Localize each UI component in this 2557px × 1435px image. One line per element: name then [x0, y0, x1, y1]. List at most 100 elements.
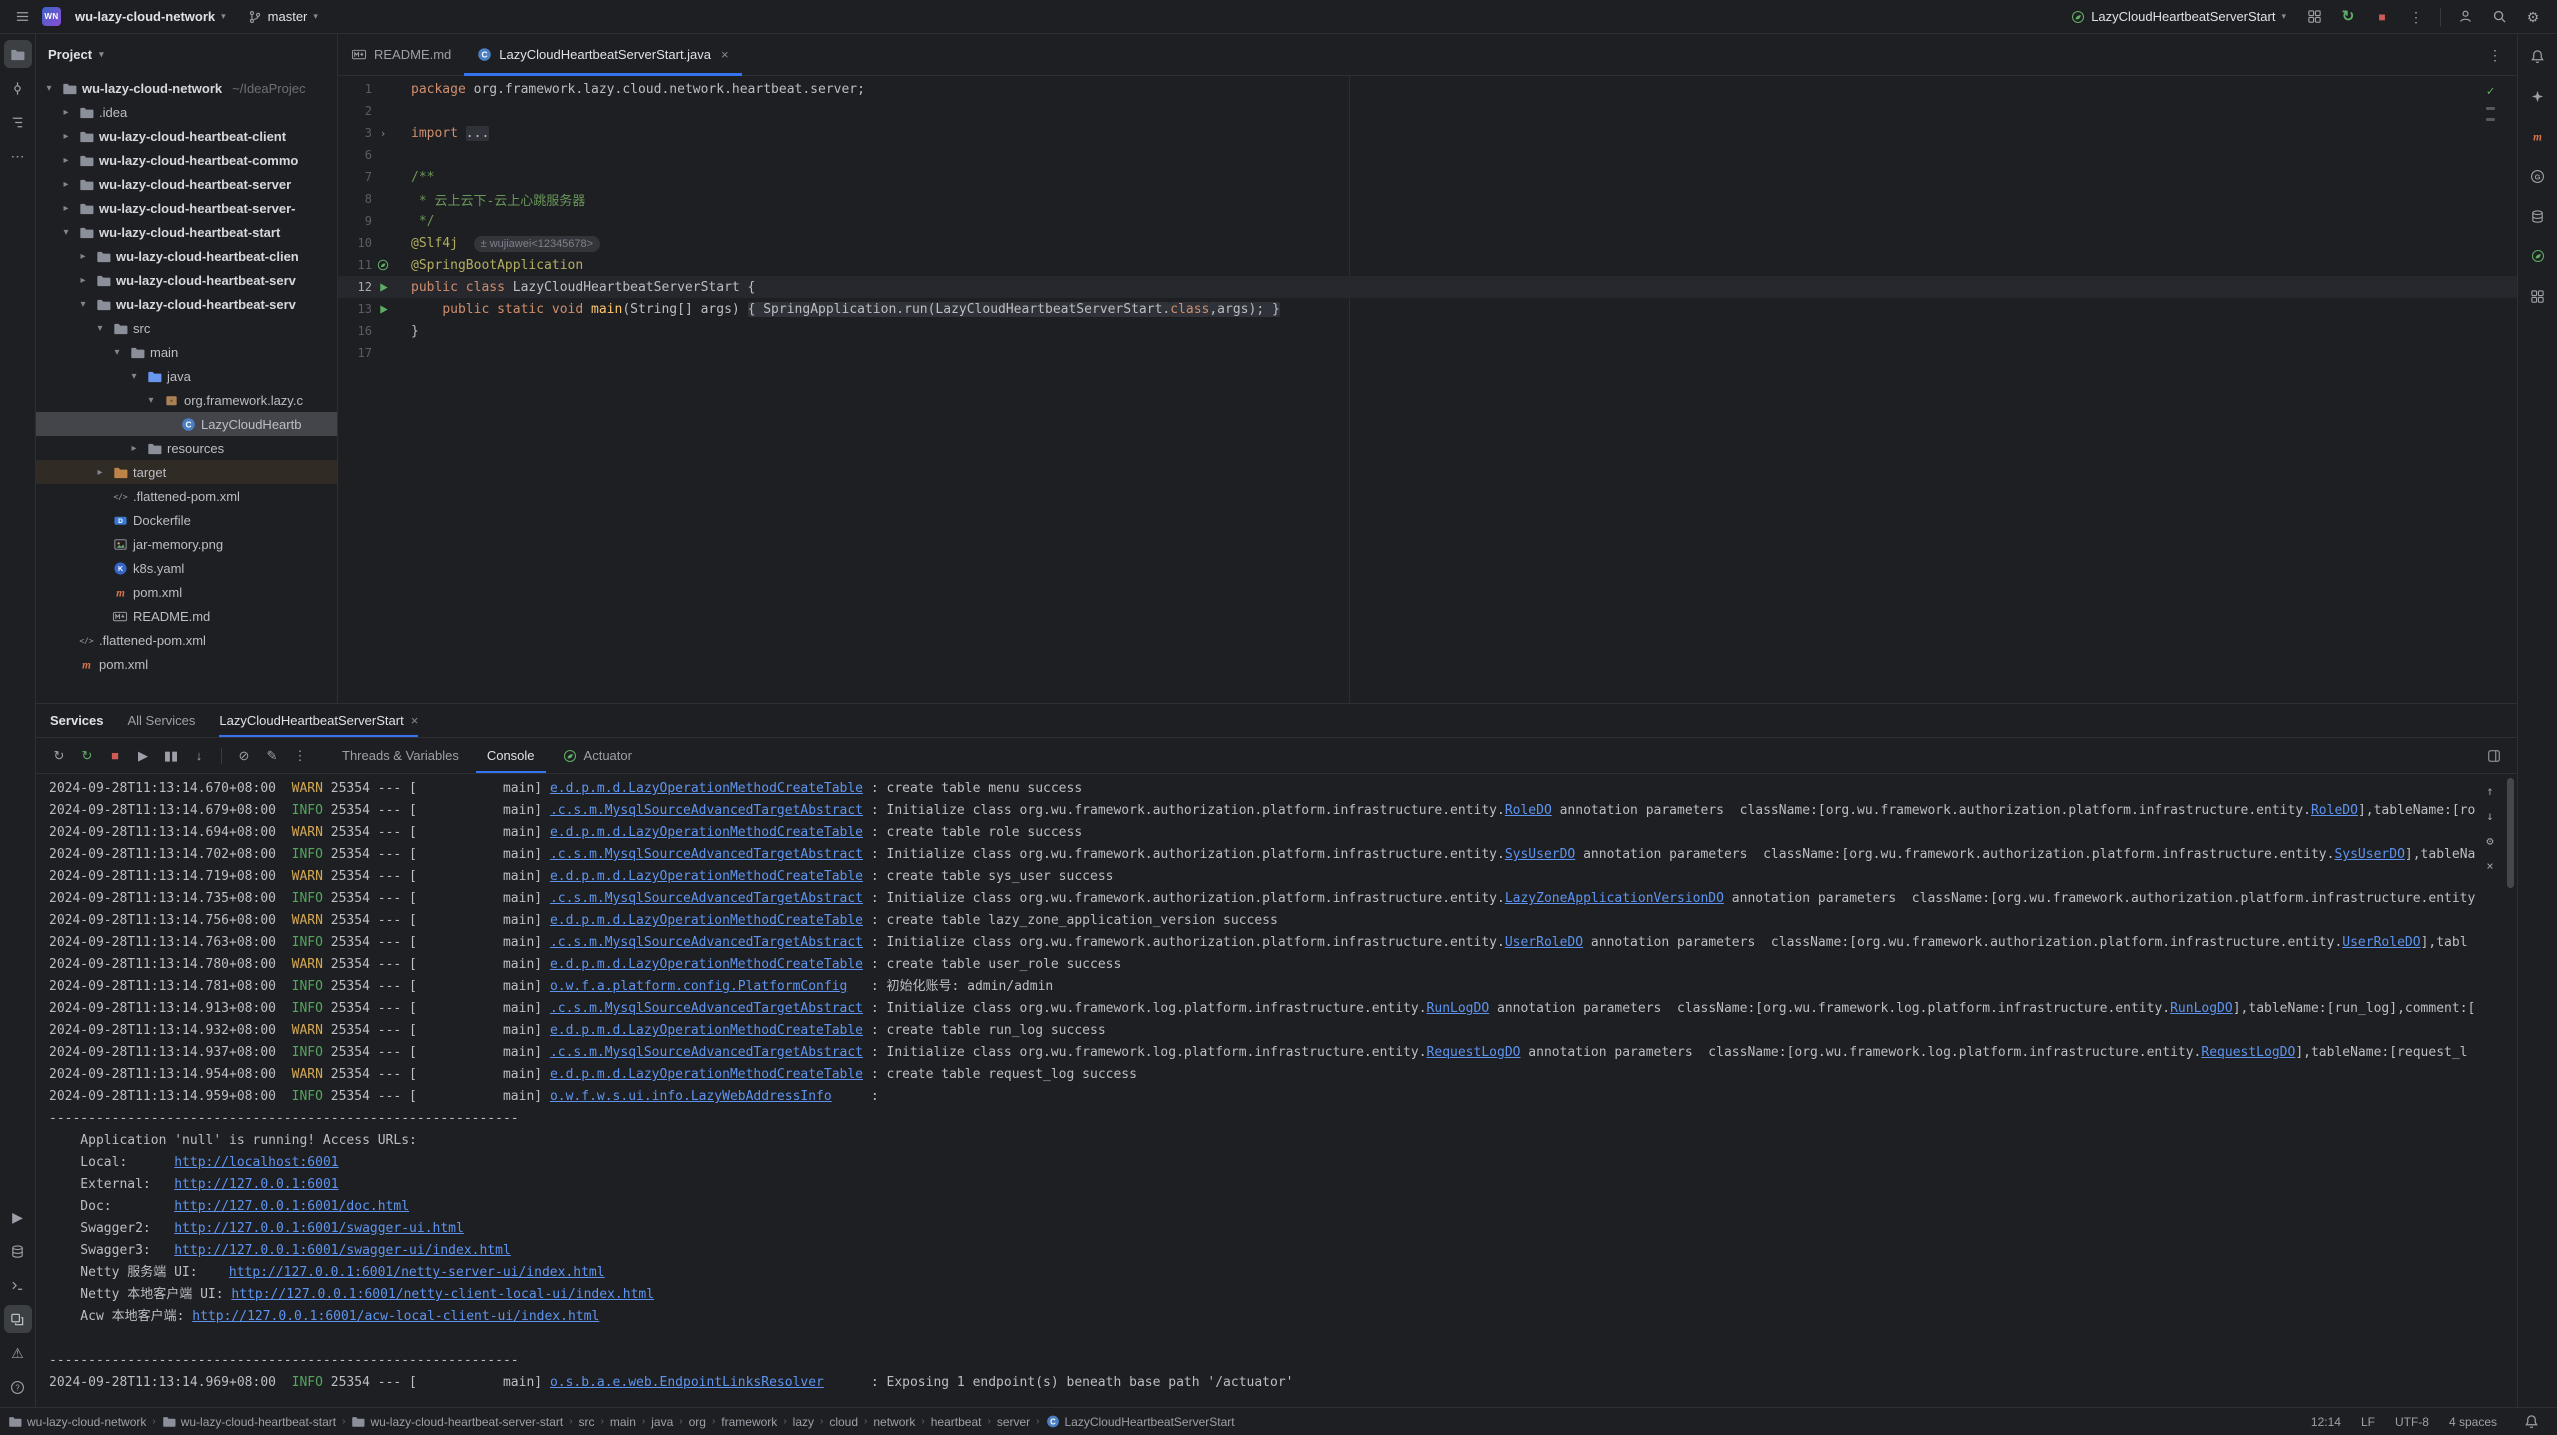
- breadcrumb-item[interactable]: lazy: [793, 1415, 814, 1429]
- tab-actuator[interactable]: Actuator: [552, 738, 643, 773]
- breadcrumb-item[interactable]: main: [610, 1415, 636, 1429]
- breadcrumb-item[interactable]: server: [997, 1415, 1030, 1429]
- breadcrumb-item[interactable]: heartbeat: [931, 1415, 982, 1429]
- maven-tool-button[interactable]: m: [2524, 122, 2552, 150]
- tree-item[interactable]: jar-memory.png: [36, 532, 337, 556]
- breadcrumb-item[interactable]: wu-lazy-cloud-heartbeat-server-start: [351, 1414, 563, 1429]
- tree-item[interactable]: ▸.idea: [36, 100, 337, 124]
- tree-item[interactable]: mpom.xml: [36, 652, 337, 676]
- console-link[interactable]: RunLogDO: [1427, 1001, 1490, 1016]
- breadcrumb-item[interactable]: src: [579, 1415, 595, 1429]
- services-tab[interactable]: LazyCloudHeartbeatServerStart×: [219, 704, 418, 737]
- console-link[interactable]: o.w.f.w.s.ui.info.LazyWebAddressInfo: [550, 1089, 832, 1104]
- breadcrumb-item[interactable]: CLazyCloudHeartbeatServerStart: [1046, 1414, 1235, 1429]
- pause-button[interactable]: ▮▮: [158, 744, 184, 768]
- console-link[interactable]: http://127.0.0.1:6001/netty-server-ui/in…: [229, 1265, 605, 1280]
- console-link[interactable]: e.d.p.m.d.LazyOperationMethodCreateTable: [550, 1067, 863, 1082]
- breadcrumb-item[interactable]: java: [651, 1415, 673, 1429]
- console-link[interactable]: e.d.p.m.d.LazyOperationMethodCreateTable: [550, 1023, 863, 1038]
- evaluate-button[interactable]: ✎: [259, 744, 285, 768]
- tree-item[interactable]: README.md: [36, 604, 337, 628]
- console-link[interactable]: e.d.p.m.d.LazyOperationMethodCreateTable: [550, 825, 863, 840]
- resume-button[interactable]: ▶: [130, 744, 156, 768]
- spring-tool-button[interactable]: [2524, 242, 2552, 270]
- console-link[interactable]: e.d.p.m.d.LazyOperationMethodCreateTable: [550, 781, 863, 796]
- breadcrumb-item[interactable]: wu-lazy-cloud-network: [8, 1414, 146, 1429]
- project-selector[interactable]: wu-lazy-cloud-network ▾: [67, 6, 234, 27]
- editor-tab[interactable]: CLazyCloudHeartbeatServerStart.java×: [464, 34, 741, 75]
- console-link[interactable]: SysUserDO: [1505, 847, 1575, 862]
- tree-item[interactable]: ▾wu-lazy-cloud-heartbeat-start: [36, 220, 337, 244]
- run-line-icon[interactable]: [372, 304, 394, 315]
- console-link[interactable]: UserRoleDO: [2342, 935, 2420, 950]
- console-link[interactable]: http://127.0.0.1:6001/swagger-ui/index.h…: [174, 1243, 511, 1258]
- console-link[interactable]: RequestLogDO: [2201, 1045, 2295, 1060]
- main-menu-button[interactable]: [8, 4, 36, 30]
- close-icon[interactable]: ×: [411, 713, 419, 728]
- console-link[interactable]: http://127.0.0.1:6001: [174, 1177, 338, 1192]
- layout-settings-button[interactable]: [2481, 744, 2507, 768]
- tree-item[interactable]: ▾wu-lazy-cloud-heartbeat-serv: [36, 292, 337, 316]
- tree-item[interactable]: ▸wu-lazy-cloud-heartbeat-clien: [36, 244, 337, 268]
- tree-item[interactable]: CLazyCloudHeartb: [36, 412, 337, 436]
- tree-item[interactable]: ▸wu-lazy-cloud-heartbeat-serv: [36, 268, 337, 292]
- tree-item[interactable]: </>.flattened-pom.xml: [36, 628, 337, 652]
- tree-item[interactable]: ▸target: [36, 460, 337, 484]
- help-button[interactable]: ?: [4, 1373, 32, 1401]
- terminal-tool-button[interactable]: [4, 1271, 32, 1299]
- services-tab[interactable]: All Services: [128, 704, 196, 737]
- stop-button[interactable]: ■: [2368, 4, 2396, 30]
- tree-item[interactable]: ▸wu-lazy-cloud-heartbeat-server-: [36, 196, 337, 220]
- restart-button[interactable]: ↻: [74, 744, 100, 768]
- rerun-button[interactable]: ↻: [2334, 4, 2362, 30]
- console-link[interactable]: LazyZoneApplicationVersionDO: [1505, 891, 1724, 906]
- stop-button[interactable]: ■: [102, 744, 128, 768]
- scroll-down-button[interactable]: ↓: [186, 744, 212, 768]
- scroll-to-end-button[interactable]: ↓: [2479, 805, 2501, 827]
- console-link[interactable]: o.w.f.a.platform.config.PlatformConfig: [550, 979, 847, 994]
- console-link[interactable]: .c.s.m.MysqlSourceAdvancedTargetAbstract: [550, 891, 863, 906]
- tab-console[interactable]: Console: [476, 738, 546, 773]
- fold-chevron-icon[interactable]: ›: [372, 127, 394, 140]
- console-link[interactable]: e.d.p.m.d.LazyOperationMethodCreateTable: [550, 957, 863, 972]
- console-link[interactable]: RoleDO: [1505, 803, 1552, 818]
- spring-run-icon[interactable]: [372, 259, 394, 271]
- console-link[interactable]: http://localhost:6001: [174, 1155, 338, 1170]
- notifications-button[interactable]: [2524, 42, 2552, 70]
- breadcrumb-item[interactable]: network: [873, 1415, 915, 1429]
- close-icon[interactable]: ×: [721, 47, 729, 62]
- collaborate-button[interactable]: [2451, 4, 2479, 30]
- clear-console-button[interactable]: ×: [2479, 855, 2501, 877]
- settings-button[interactable]: ⚙: [2519, 4, 2547, 30]
- console-link[interactable]: .c.s.m.MysqlSourceAdvancedTargetAbstract: [550, 935, 863, 950]
- tree-item[interactable]: mpom.xml: [36, 580, 337, 604]
- plugins-button[interactable]: [2524, 282, 2552, 310]
- tree-item[interactable]: ▾main: [36, 340, 337, 364]
- console-link[interactable]: SysUserDO: [2334, 847, 2404, 862]
- scroll-to-top-button[interactable]: ↑: [2479, 780, 2501, 802]
- console-link[interactable]: .c.s.m.MysqlSourceAdvancedTargetAbstract: [550, 1045, 863, 1060]
- console-link[interactable]: RoleDO: [2311, 803, 2358, 818]
- run-line-icon[interactable]: [372, 282, 394, 293]
- tab-threads-variables[interactable]: Threads & Variables: [331, 738, 470, 773]
- database-tool-button[interactable]: [4, 1237, 32, 1265]
- breadcrumb-item[interactable]: org: [689, 1415, 706, 1429]
- file-encoding[interactable]: UTF-8: [2395, 1415, 2429, 1429]
- more-tools-button[interactable]: ⋯: [4, 142, 32, 170]
- tree-item[interactable]: </>.flattened-pom.xml: [36, 484, 337, 508]
- run-console[interactable]: 2024-09-28T11:13:14.670+08:00 WARN 25354…: [36, 774, 2517, 1407]
- console-link[interactable]: http://127.0.0.1:6001/doc.html: [174, 1199, 409, 1214]
- editor[interactable]: 1package org.framework.lazy.cloud.networ…: [338, 76, 2517, 703]
- console-scrollbar[interactable]: [2507, 778, 2514, 888]
- console-link[interactable]: e.d.p.m.d.LazyOperationMethodCreateTable: [550, 913, 863, 928]
- tree-item[interactable]: ▸wu-lazy-cloud-heartbeat-client: [36, 124, 337, 148]
- console-link[interactable]: http://127.0.0.1:6001/netty-client-local…: [231, 1287, 654, 1302]
- console-link[interactable]: RequestLogDO: [1427, 1045, 1521, 1060]
- console-link[interactable]: .c.s.m.MysqlSourceAdvancedTargetAbstract: [550, 1001, 863, 1016]
- more-actions-button[interactable]: ⋮: [2402, 4, 2430, 30]
- search-everywhere-button[interactable]: [2485, 4, 2513, 30]
- tree-item[interactable]: DDockerfile: [36, 508, 337, 532]
- tree-item[interactable]: ▾java: [36, 364, 337, 388]
- problems-tool-button[interactable]: ⚠: [4, 1339, 32, 1367]
- console-link[interactable]: .c.s.m.MysqlSourceAdvancedTargetAbstract: [550, 803, 863, 818]
